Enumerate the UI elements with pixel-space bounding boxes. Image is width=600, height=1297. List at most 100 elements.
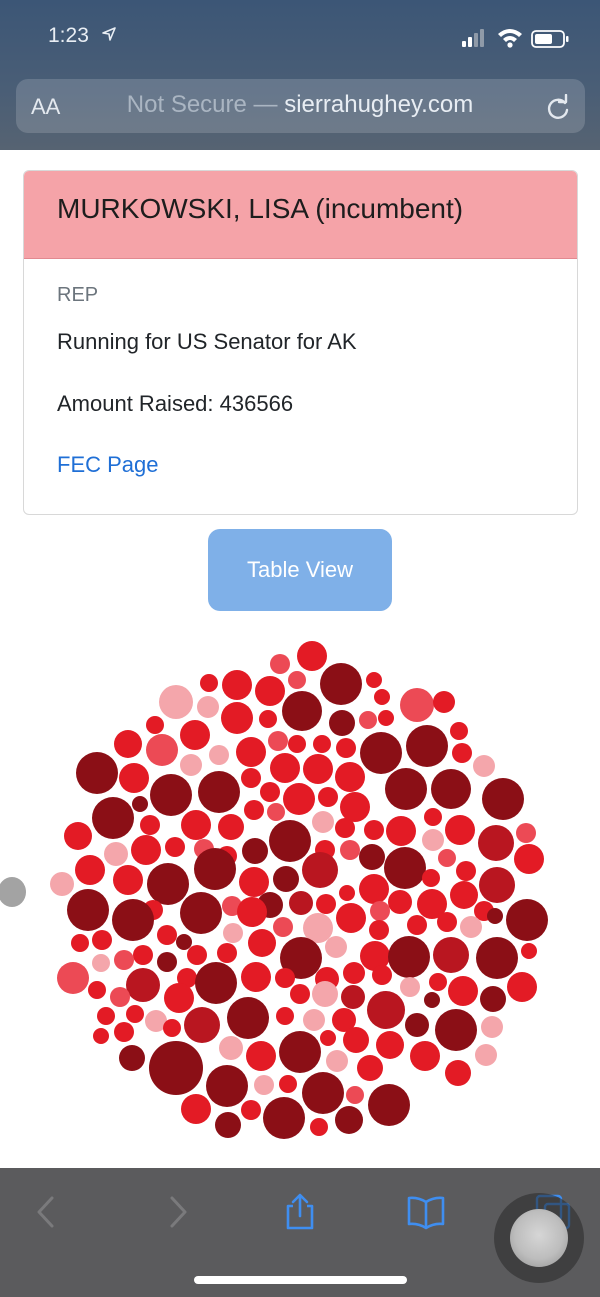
donor-bubble[interactable] [146,716,164,734]
donor-bubble[interactable] [194,848,236,890]
donor-bubble[interactable] [437,912,457,932]
donor-bubble[interactable] [400,688,434,722]
donor-bubble[interactable] [385,768,427,810]
donor-bubble[interactable] [312,981,338,1007]
donor-bubble[interactable] [164,983,194,1013]
donor-bubble[interactable] [336,903,366,933]
donor-bubble[interactable] [195,962,237,1004]
donor-bubble[interactable] [335,818,355,838]
donor-bubble[interactable] [302,852,338,888]
donor-bubble[interactable] [410,1041,440,1071]
donor-bubble[interactable] [270,753,300,783]
donor-bubble[interactable] [400,977,420,997]
donor-bubble[interactable] [452,743,472,763]
donor-bubble[interactable] [288,671,306,689]
donor-bubble[interactable] [187,945,207,965]
donor-bubble[interactable] [445,1060,471,1086]
donor-bubble[interactable] [93,1028,109,1044]
donor-bubble[interactable] [318,787,338,807]
donor-bubble[interactable] [71,934,89,952]
donor-bubble[interactable] [487,908,503,924]
donor-bubble[interactable] [507,972,537,1002]
donor-bubble[interactable] [263,1097,305,1139]
donor-bubble[interactable] [180,754,202,776]
donor-bubble[interactable] [209,745,229,765]
donor-bubble[interactable] [57,962,89,994]
donor-bubble[interactable] [343,1027,369,1053]
donor-bubble[interactable] [255,676,285,706]
donor-bubble[interactable] [480,986,506,1012]
donor-bubble[interactable] [372,965,392,985]
donor-bubble[interactable] [114,730,142,758]
donor-bubble[interactable] [320,663,362,705]
donor-bubble[interactable] [146,734,178,766]
donor-bubble[interactable] [386,816,416,846]
donor-bubble[interactable] [303,754,333,784]
donor-bubble[interactable] [290,984,310,1004]
share-icon[interactable] [280,1192,320,1232]
donor-bubble[interactable] [424,808,442,826]
donor-bubble[interactable] [157,925,177,945]
donor-bubble[interactable] [422,869,440,887]
donor-bubble[interactable] [475,1044,497,1066]
donor-bubble[interactable] [104,842,128,866]
donor-bubble[interactable] [110,987,130,1007]
donor-bubble[interactable] [476,937,518,979]
donor-bubble[interactable] [336,738,356,758]
donor-bubble[interactable] [254,1075,274,1095]
donor-bubble[interactable] [206,1065,248,1107]
donor-bubble[interactable] [76,752,118,794]
donor-bubble[interactable] [384,847,426,889]
donor-bubble[interactable] [67,889,109,931]
donor-bubble[interactable] [241,768,261,788]
donor-bubble[interactable] [180,720,210,750]
donor-bubble[interactable] [288,735,306,753]
donor-bubble[interactable] [113,865,143,895]
donor-bubble[interactable] [241,1100,261,1120]
donor-bubble[interactable] [438,849,456,867]
donor-bubble[interactable] [478,825,514,861]
donor-bubble[interactable] [297,641,327,671]
donor-bubble[interactable] [198,771,240,813]
donor-bubble[interactable] [343,962,365,984]
donor-bubble[interactable] [378,710,394,726]
donor-bubble[interactable] [367,991,405,1029]
donor-bubble[interactable] [283,783,315,815]
donor-bubble[interactable] [270,654,290,674]
donor-bubble[interactable] [316,894,336,914]
donor-bubble[interactable] [218,814,244,840]
donor-bubble[interactable] [133,945,153,965]
donor-bubble[interactable] [275,968,295,988]
donor-bubble[interactable] [325,936,347,958]
donor-bubble[interactable] [360,732,402,774]
donor-bubble[interactable] [114,950,134,970]
donor-bubble[interactable] [221,702,253,734]
donor-bubble[interactable] [282,691,322,731]
donor-bubble[interactable] [268,731,288,751]
donor-bubble[interactable] [516,823,536,843]
donor-bubble[interactable] [335,762,365,792]
donor-bubble[interactable] [181,810,211,840]
donor-bubble[interactable] [150,774,192,816]
donor-bubble[interactable] [227,997,269,1039]
donor-bubble[interactable] [312,811,334,833]
donor-bubble[interactable] [310,1118,328,1136]
donor-bubble[interactable] [279,1075,297,1093]
donor-bubble[interactable] [269,820,311,862]
back-icon[interactable] [28,1192,68,1232]
donor-bubble[interactable] [241,962,271,992]
donor-bubble[interactable] [339,885,355,901]
donor-bubble[interactable] [359,711,377,729]
donor-bubble[interactable] [222,670,252,700]
donor-bubble[interactable] [246,1041,276,1071]
donor-bubble[interactable] [433,691,455,713]
donor-bubble[interactable] [92,797,134,839]
donor-bubble[interactable] [405,1013,429,1037]
donor-bubble[interactable] [388,890,412,914]
donor-bubble[interactable] [359,844,385,870]
donor-bubble[interactable] [450,722,468,740]
donor-bubble[interactable] [165,837,185,857]
donor-bubble[interactable] [97,1007,115,1025]
donor-bubble[interactable] [276,1007,294,1025]
table-view-button[interactable]: Table View [208,529,392,611]
